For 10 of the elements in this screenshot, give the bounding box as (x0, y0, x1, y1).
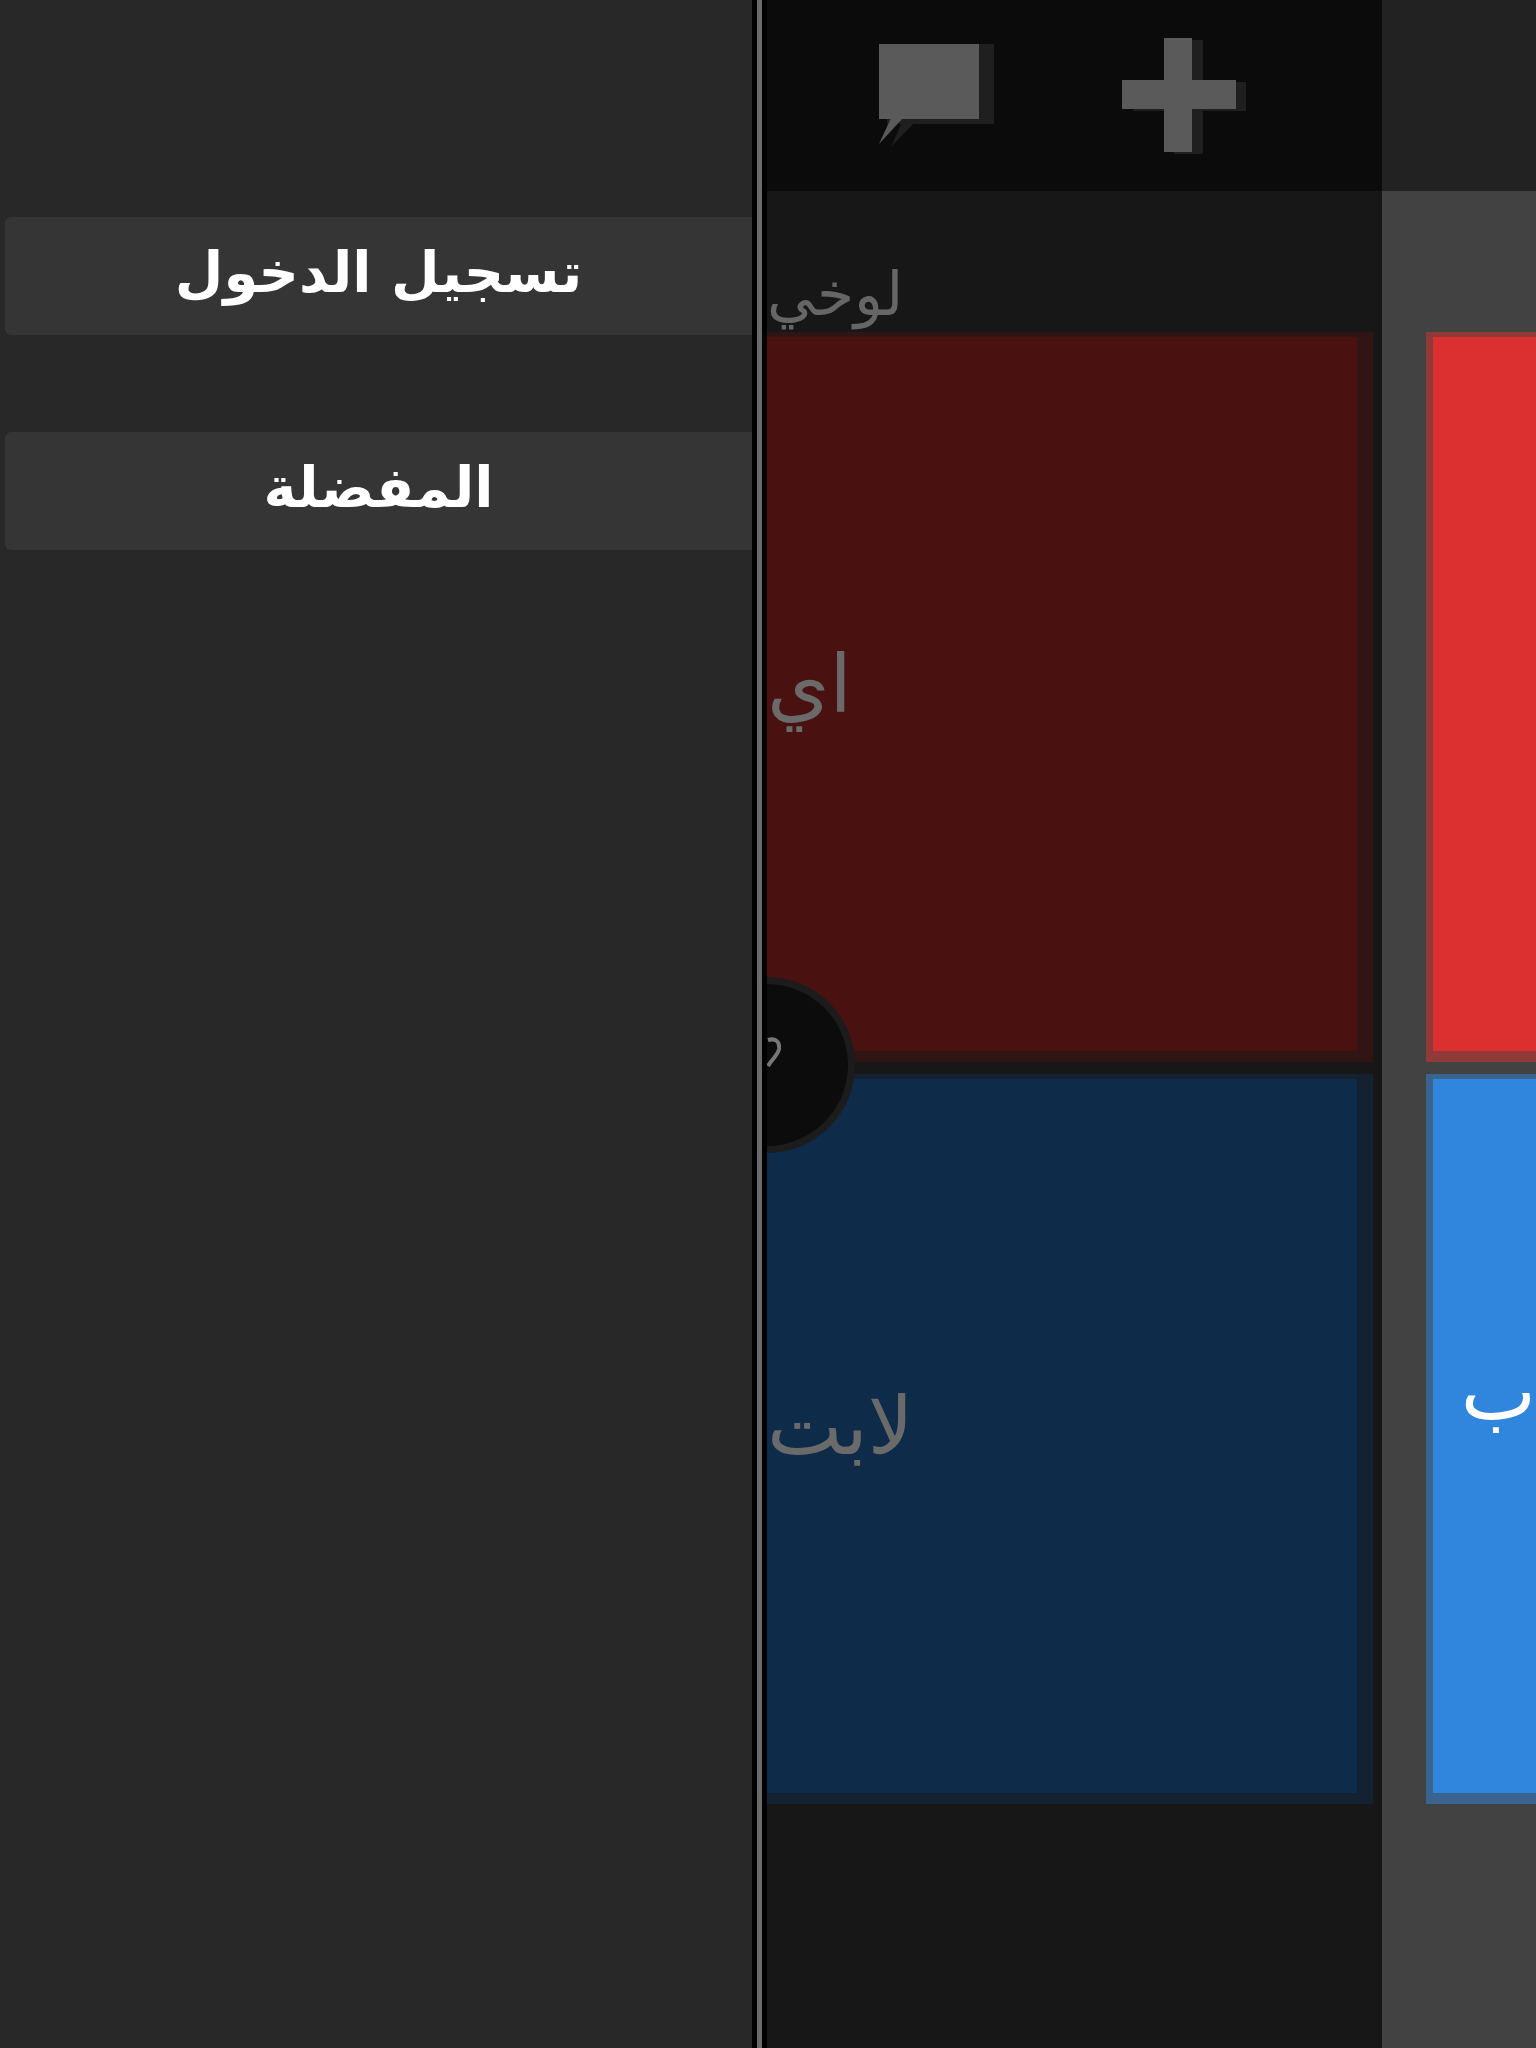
plus-icon[interactable] (1122, 37, 1246, 154)
category-tile[interactable]: ب (1426, 1074, 1536, 1804)
menu-button[interactable]: المفضلة (5, 432, 752, 550)
menu-button[interactable]: تسجيل الدخول (5, 217, 752, 335)
category-tile[interactable]: لابت (767, 1074, 1373, 1804)
arc-icon (767, 1037, 781, 1069)
category-tile[interactable]: اي (767, 332, 1373, 1062)
chat-bubble-icon[interactable] (879, 44, 994, 147)
category-tile[interactable] (1426, 332, 1536, 1062)
section-title: لوخي (767, 258, 904, 330)
